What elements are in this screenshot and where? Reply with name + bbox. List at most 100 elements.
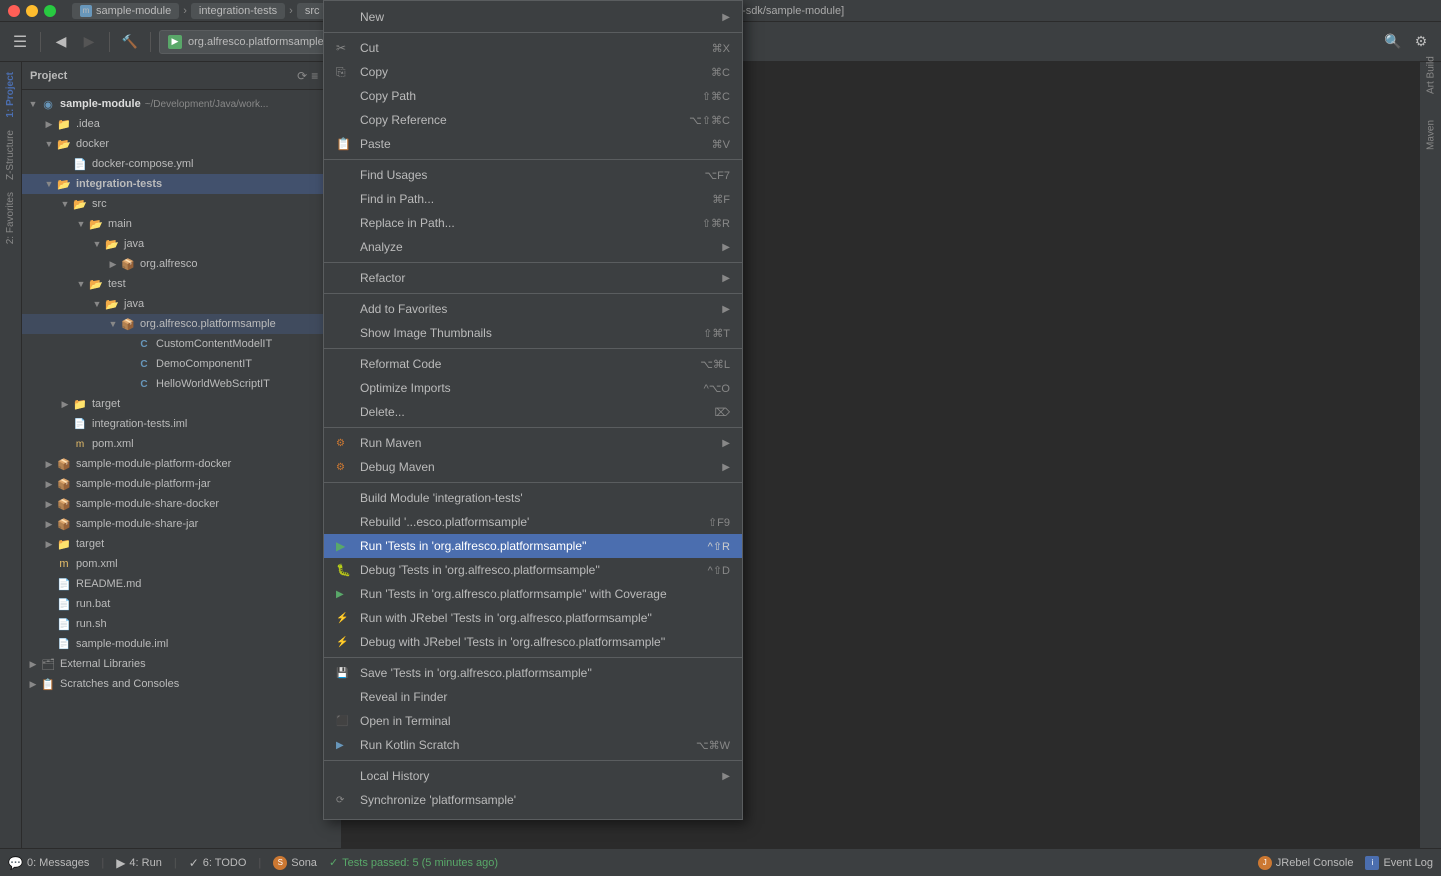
menu-item-find-in-path[interactable]: Find in Path... ⌘F <box>324 187 742 211</box>
expand-arrow[interactable]: ▼ <box>106 319 120 329</box>
menu-item-replace-in-path[interactable]: Replace in Path... ⇧⌘R <box>324 211 742 235</box>
menu-item-run-kotlin[interactable]: ▶ Run Kotlin Scratch ⌥⌘W <box>324 733 742 757</box>
menu-item-build-module[interactable]: Build Module 'integration-tests' <box>324 486 742 510</box>
menu-item-copy-path[interactable]: Copy Path ⇧⌘C <box>324 84 742 108</box>
menu-item-debug-jrebel[interactable]: ⚡ Debug with JRebel 'Tests in 'org.alfre… <box>324 630 742 654</box>
tree-item-org-alfresco[interactable]: ▶ 📦 org.alfresco <box>22 254 341 274</box>
expand-arrow[interactable]: ▼ <box>58 199 72 209</box>
art-build-icon[interactable]: Art Build <box>1422 66 1440 84</box>
menu-item-refactor[interactable]: Refactor ▶ <box>324 266 742 290</box>
settings-panel-icon[interactable]: ≡ <box>311 69 318 83</box>
event-log-status[interactable]: i Event Log <box>1365 856 1433 870</box>
menu-item-copy-reference[interactable]: Copy Reference ⌥⇧⌘C <box>324 108 742 132</box>
settings-btn[interactable]: ⚙ <box>1409 30 1433 54</box>
menu-item-run-jrebel[interactable]: ⚡ Run with JRebel 'Tests in 'org.alfresc… <box>324 606 742 630</box>
jrebel-console-status[interactable]: J JRebel Console <box>1258 856 1354 870</box>
tree-item-idea[interactable]: ▶ 📁 .idea <box>22 114 341 134</box>
project-tool-tab[interactable]: 1: Project <box>3 66 18 124</box>
expand-arrow[interactable]: ▼ <box>42 179 56 189</box>
menu-item-open-terminal[interactable]: ⬛ Open in Terminal <box>324 709 742 733</box>
expand-arrow[interactable]: ▶ <box>58 399 72 410</box>
menu-item-optimize-imports[interactable]: Optimize Imports ^⌥O <box>324 376 742 400</box>
tree-item-java-test[interactable]: ▼ 📂 java <box>22 294 341 314</box>
tree-item-CustomContentModelIT[interactable]: ▶ C CustomContentModelIT <box>22 334 341 354</box>
expand-arrow[interactable]: ▼ <box>90 239 104 249</box>
menu-item-new[interactable]: New ▶ <box>324 5 742 29</box>
expand-arrow[interactable]: ▶ <box>42 479 56 490</box>
tree-item-run-sh[interactable]: ▶ 📄 run.sh <box>22 614 341 634</box>
tab-sample-module[interactable]: m sample-module <box>72 3 179 19</box>
favorites-tool-tab[interactable]: 2: Favorites <box>3 186 18 250</box>
expand-arrow[interactable]: ▶ <box>26 659 40 670</box>
expand-arrow[interactable]: ▶ <box>106 259 120 270</box>
menu-item-edit-scopes[interactable]: Edit Scopes... <box>324 812 742 820</box>
back-btn[interactable]: ◀ <box>49 30 73 54</box>
expand-arrow[interactable]: ▶ <box>42 459 56 470</box>
menu-item-add-favorites[interactable]: Add to Favorites ▶ <box>324 297 742 321</box>
tree-item-main[interactable]: ▼ 📂 main <box>22 214 341 234</box>
menu-item-run-coverage[interactable]: ▶ Run 'Tests in 'org.alfresco.platformsa… <box>324 582 742 606</box>
expand-arrow[interactable]: ▼ <box>74 219 88 229</box>
menu-item-debug-maven[interactable]: ⚙ Debug Maven ▶ <box>324 455 742 479</box>
menu-item-reveal-finder[interactable]: Reveal in Finder <box>324 685 742 709</box>
menu-item-copy[interactable]: ⎘ Copy ⌘C <box>324 60 742 84</box>
minimize-button[interactable] <box>26 5 38 17</box>
tree-item-HelloWorldWebScriptIT[interactable]: ▶ C HelloWorldWebScriptIT <box>22 374 341 394</box>
tree-item-platform-jar[interactable]: ▶ 📦 sample-module-platform-jar <box>22 474 341 494</box>
menu-item-run-tests[interactable]: ▶ Run 'Tests in 'org.alfresco.platformsa… <box>324 534 742 558</box>
tree-item-docker[interactable]: ▼ 📂 docker <box>22 134 341 154</box>
tree-item-share-jar[interactable]: ▶ 📦 sample-module-share-jar <box>22 514 341 534</box>
tree-item-run-bat[interactable]: ▶ 📄 run.bat <box>22 594 341 614</box>
tree-item-docker-compose[interactable]: ▶ 📄 docker-compose.yml <box>22 154 341 174</box>
tree-item-share-docker[interactable]: ▶ 📦 sample-module-share-docker <box>22 494 341 514</box>
tree-item-java-main[interactable]: ▼ 📂 java <box>22 234 341 254</box>
sonar-status[interactable]: S Sona <box>273 856 317 870</box>
expand-arrow[interactable]: ▼ <box>90 299 104 309</box>
tree-item-pom[interactable]: ▶ m pom.xml <box>22 554 341 574</box>
tree-item-pom-it[interactable]: ▶ m pom.xml <box>22 434 341 454</box>
menu-item-paste[interactable]: 📋 Paste ⌘V <box>324 132 742 156</box>
expand-arrow[interactable]: ▶ <box>42 499 56 510</box>
tree-item-sample-iml[interactable]: ▶ 📄 sample-module.iml <box>22 634 341 654</box>
expand-arrow[interactable]: ▶ <box>42 119 56 130</box>
tree-item-target-it[interactable]: ▶ 📁 target <box>22 394 341 414</box>
menu-item-delete[interactable]: Delete... ⌦ <box>324 400 742 424</box>
tree-item-test[interactable]: ▼ 📂 test <box>22 274 341 294</box>
expand-arrow[interactable]: ▼ <box>26 99 40 109</box>
tree-item-integration-tests[interactable]: ▼ 📂 integration-tests <box>22 174 341 194</box>
todo-status[interactable]: ✓ 6: TODO <box>189 856 247 870</box>
tree-item-org-alfresco-platformsample[interactable]: ▼ 📦 org.alfresco.platformsample <box>22 314 341 334</box>
forward-btn[interactable]: ▶ <box>77 30 101 54</box>
menu-item-run-maven[interactable]: ⚙ Run Maven ▶ <box>324 431 742 455</box>
close-button[interactable] <box>8 5 20 17</box>
menu-item-cut[interactable]: ✂ Cut ⌘X <box>324 36 742 60</box>
menu-item-reformat[interactable]: Reformat Code ⌥⌘L <box>324 352 742 376</box>
menu-item-synchronize[interactable]: ⟳ Synchronize 'platformsample' <box>324 788 742 812</box>
tab-integration-tests[interactable]: integration-tests <box>191 3 285 19</box>
tree-item-target[interactable]: ▶ 📁 target <box>22 534 341 554</box>
tree-item-scratches[interactable]: ▶ 📋 Scratches and Consoles <box>22 674 341 694</box>
menu-item-save-tests[interactable]: 💾 Save 'Tests in 'org.alfresco.platforms… <box>324 661 742 685</box>
structure-tool-tab[interactable]: Z-Structure <box>3 124 18 186</box>
run-status[interactable]: ▶ 4: Run <box>116 856 162 870</box>
menu-item-find-usages[interactable]: Find Usages ⌥F7 <box>324 163 742 187</box>
menu-item-debug-tests[interactable]: 🐛 Debug 'Tests in 'org.alfresco.platform… <box>324 558 742 582</box>
expand-arrow[interactable]: ▶ <box>42 539 56 550</box>
tree-item-platform-docker[interactable]: ▶ 📦 sample-module-platform-docker <box>22 454 341 474</box>
search-btn[interactable]: 🔍 <box>1381 30 1405 54</box>
tree-item-DemoComponentIT[interactable]: ▶ C DemoComponentIT <box>22 354 341 374</box>
tree-item-sample-module[interactable]: ▼ ◉ sample-module ~/Development/Java/wor… <box>22 94 341 114</box>
maximize-button[interactable] <box>44 5 56 17</box>
expand-arrow[interactable]: ▼ <box>74 279 88 289</box>
tree-item-external-libs[interactable]: ▶ 🗂 External Libraries <box>22 654 341 674</box>
tree-item-readme[interactable]: ▶ 📄 README.md <box>22 574 341 594</box>
sync-icon[interactable]: ⟳ <box>297 69 307 83</box>
menu-item-image-thumbnails[interactable]: Show Image Thumbnails ⇧⌘T <box>324 321 742 345</box>
messages-status[interactable]: 💬 0: Messages <box>8 856 89 870</box>
menu-item-rebuild[interactable]: Rebuild '...esco.platformsample' ⇧F9 <box>324 510 742 534</box>
build-btn[interactable]: 🔨 <box>118 30 142 54</box>
expand-arrow[interactable]: ▶ <box>26 679 40 690</box>
expand-arrow[interactable]: ▶ <box>42 519 56 530</box>
tree-item-src[interactable]: ▼ 📂 src <box>22 194 341 214</box>
menu-btn[interactable]: ☰ <box>8 30 32 54</box>
